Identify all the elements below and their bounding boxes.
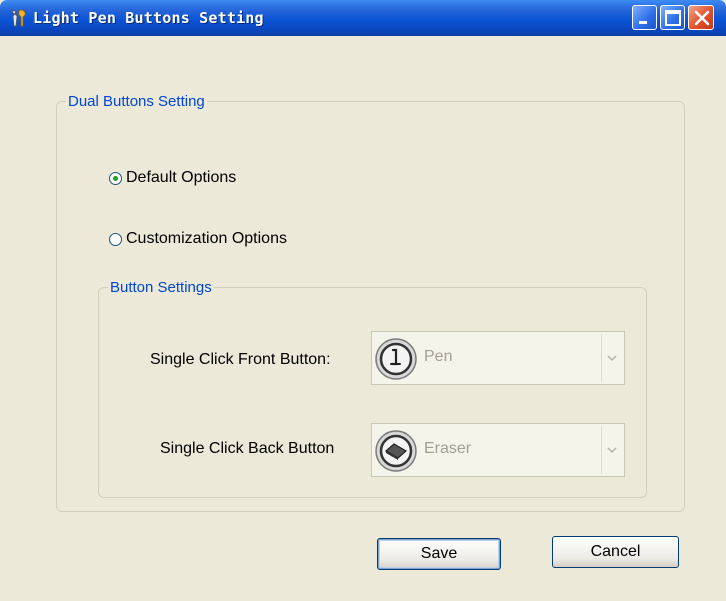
dialog-window: Light Pen Buttons Setting Dual Buttons S… [0,0,726,601]
customization-options-radio[interactable]: Customization Options [109,230,287,248]
minimize-button[interactable] [632,5,657,30]
pen-icon [374,337,418,381]
window-title: Light Pen Buttons Setting [33,9,264,27]
close-icon [694,10,710,26]
front-button-select[interactable]: Pen [371,331,625,385]
back-button-value: Eraser [424,440,472,457]
customization-options-label: Customization Options [126,230,287,247]
back-button-select[interactable]: Eraser [371,423,625,477]
save-button[interactable]: Save [377,538,501,570]
minimize-icon [639,21,647,24]
tools-icon [10,9,30,27]
front-button-label: Single Click Front Button: [150,351,331,368]
default-options-label: Default Options [126,169,237,186]
default-options-radio[interactable]: Default Options [109,169,236,187]
dropdown-arrow-icon[interactable] [601,426,622,474]
maximize-button[interactable] [660,5,685,30]
cancel-button[interactable]: Cancel [552,536,679,568]
title-bar[interactable]: Light Pen Buttons Setting [0,0,726,36]
eraser-icon [374,429,418,473]
close-button[interactable] [688,5,714,30]
dual-buttons-legend: Dual Buttons Setting [66,93,207,110]
radio-unchecked-icon [109,232,122,246]
back-button-label: Single Click Back Button [160,440,335,457]
maximize-icon [665,10,681,26]
button-settings-legend: Button Settings [108,279,214,296]
front-button-value: Pen [424,348,453,365]
radio-checked-icon [109,171,122,185]
dropdown-arrow-icon[interactable] [601,334,622,382]
